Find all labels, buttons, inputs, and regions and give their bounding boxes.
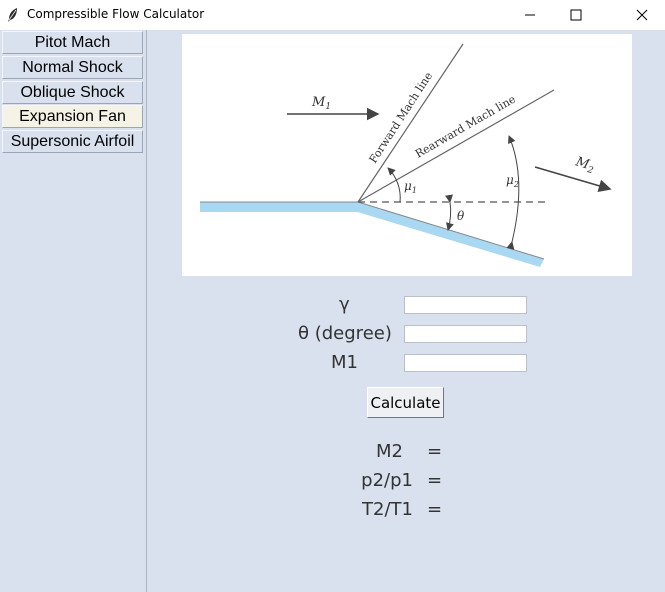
svg-text:μ1: μ1 xyxy=(404,179,417,195)
minimize-icon xyxy=(525,14,535,16)
m1-input[interactable] xyxy=(404,354,527,372)
m1-input-label: M1 xyxy=(331,352,358,373)
mu2-arc xyxy=(506,135,520,250)
m1-label: M xyxy=(311,95,326,110)
sidebar-item-normal-shock[interactable]: Normal Shock xyxy=(2,56,143,79)
mu2-label: μ xyxy=(506,173,514,187)
t2-t1-output-equals: = xyxy=(427,499,443,520)
svg-text:M1: M1 xyxy=(311,95,331,112)
theta-degree-label: θ (degree) xyxy=(298,323,392,344)
m1-subscript: 1 xyxy=(325,102,331,112)
mu1-label: μ xyxy=(404,179,412,193)
rearward-mach-line-label: Rearward Mach line xyxy=(413,93,518,161)
sidebar-item-pitot-mach[interactable]: Pitot Mach xyxy=(2,31,143,54)
mu2-subscript: 2 xyxy=(513,180,519,189)
svg-text:M2: M2 xyxy=(572,154,596,176)
p2-p1-output-label: p2/p1 xyxy=(361,470,413,491)
expansion-fan-diagram: M1 M2 Forward Mach line Rearward Mach li… xyxy=(182,34,632,276)
maximize-icon xyxy=(570,9,582,21)
sidebar: Pitot Mach Normal Shock Oblique Shock Ex… xyxy=(0,30,147,592)
calculate-button[interactable]: Calculate xyxy=(367,387,444,418)
theta-label: θ xyxy=(457,209,465,223)
maximize-button[interactable] xyxy=(553,0,599,30)
sidebar-item-expansion-fan[interactable]: Expansion Fan xyxy=(2,105,143,128)
wall-upstream xyxy=(200,202,358,212)
close-button[interactable] xyxy=(619,0,665,30)
sidebar-item-supersonic-airfoil[interactable]: Supersonic Airfoil xyxy=(2,130,143,153)
window-title: Compressible Flow Calculator xyxy=(27,7,205,21)
minimize-button[interactable] xyxy=(507,0,553,30)
t2-t1-output-label: T2/T1 xyxy=(362,499,413,520)
p2-p1-output-equals: = xyxy=(427,470,443,491)
m2-output-equals: = xyxy=(427,441,443,462)
sidebar-item-oblique-shock[interactable]: Oblique Shock xyxy=(2,81,143,104)
close-icon xyxy=(636,9,648,21)
mu1-arc xyxy=(387,167,401,203)
m2-output-label: M2 xyxy=(376,441,403,462)
gamma-input[interactable] xyxy=(404,296,527,314)
m2-arrow xyxy=(534,166,612,192)
feather-icon xyxy=(8,8,17,22)
theta-arc xyxy=(445,194,454,231)
theta-input[interactable] xyxy=(404,325,527,343)
mu1-subscript: 1 xyxy=(412,186,417,195)
wall-downstream xyxy=(354,202,544,267)
title-bar: Compressible Flow Calculator xyxy=(0,0,665,30)
gamma-label: γ xyxy=(339,294,350,315)
svg-text:μ2: μ2 xyxy=(506,173,519,189)
